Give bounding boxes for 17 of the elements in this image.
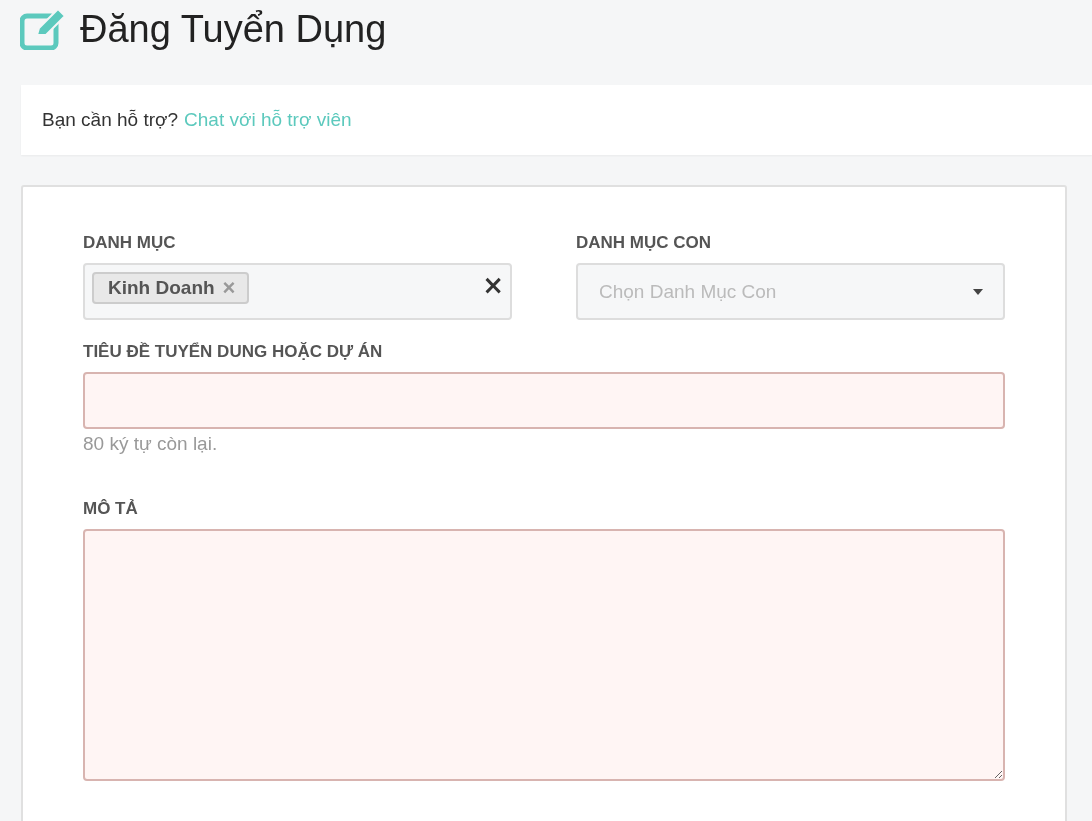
category-select[interactable]: Kinh Doanh × × — [83, 263, 512, 320]
character-count: 80 ký tự còn lại. — [83, 433, 219, 455]
field-label: DANH MỤC CON — [576, 233, 713, 253]
chat-link[interactable]: Chat với hỗ trợ viên — [184, 109, 352, 131]
remove-tag-button[interactable]: × — [222, 277, 236, 299]
field-label: MÔ TẢ — [83, 499, 139, 519]
caret-icon — [973, 288, 983, 295]
select-placeholder: Chọn Danh Mục Con — [599, 280, 777, 303]
help-text: Bạn cần hỗ trợ? — [42, 109, 179, 131]
field-label: TIÊU ĐỀ TUYỂN DUNG HOẶC DỰ ÁN — [83, 342, 384, 362]
description-textarea[interactable] — [83, 529, 1005, 781]
tag-label: Kinh Doanh — [108, 277, 215, 299]
subcategory-select[interactable]: Chọn Danh Mục Con — [576, 263, 1005, 320]
page-title: Đăng Tuyển Dụng — [80, 7, 387, 51]
title-input[interactable] — [83, 372, 1005, 429]
field-label: DANH MỤC — [83, 233, 177, 253]
clear-button[interactable]: × — [482, 272, 504, 298]
